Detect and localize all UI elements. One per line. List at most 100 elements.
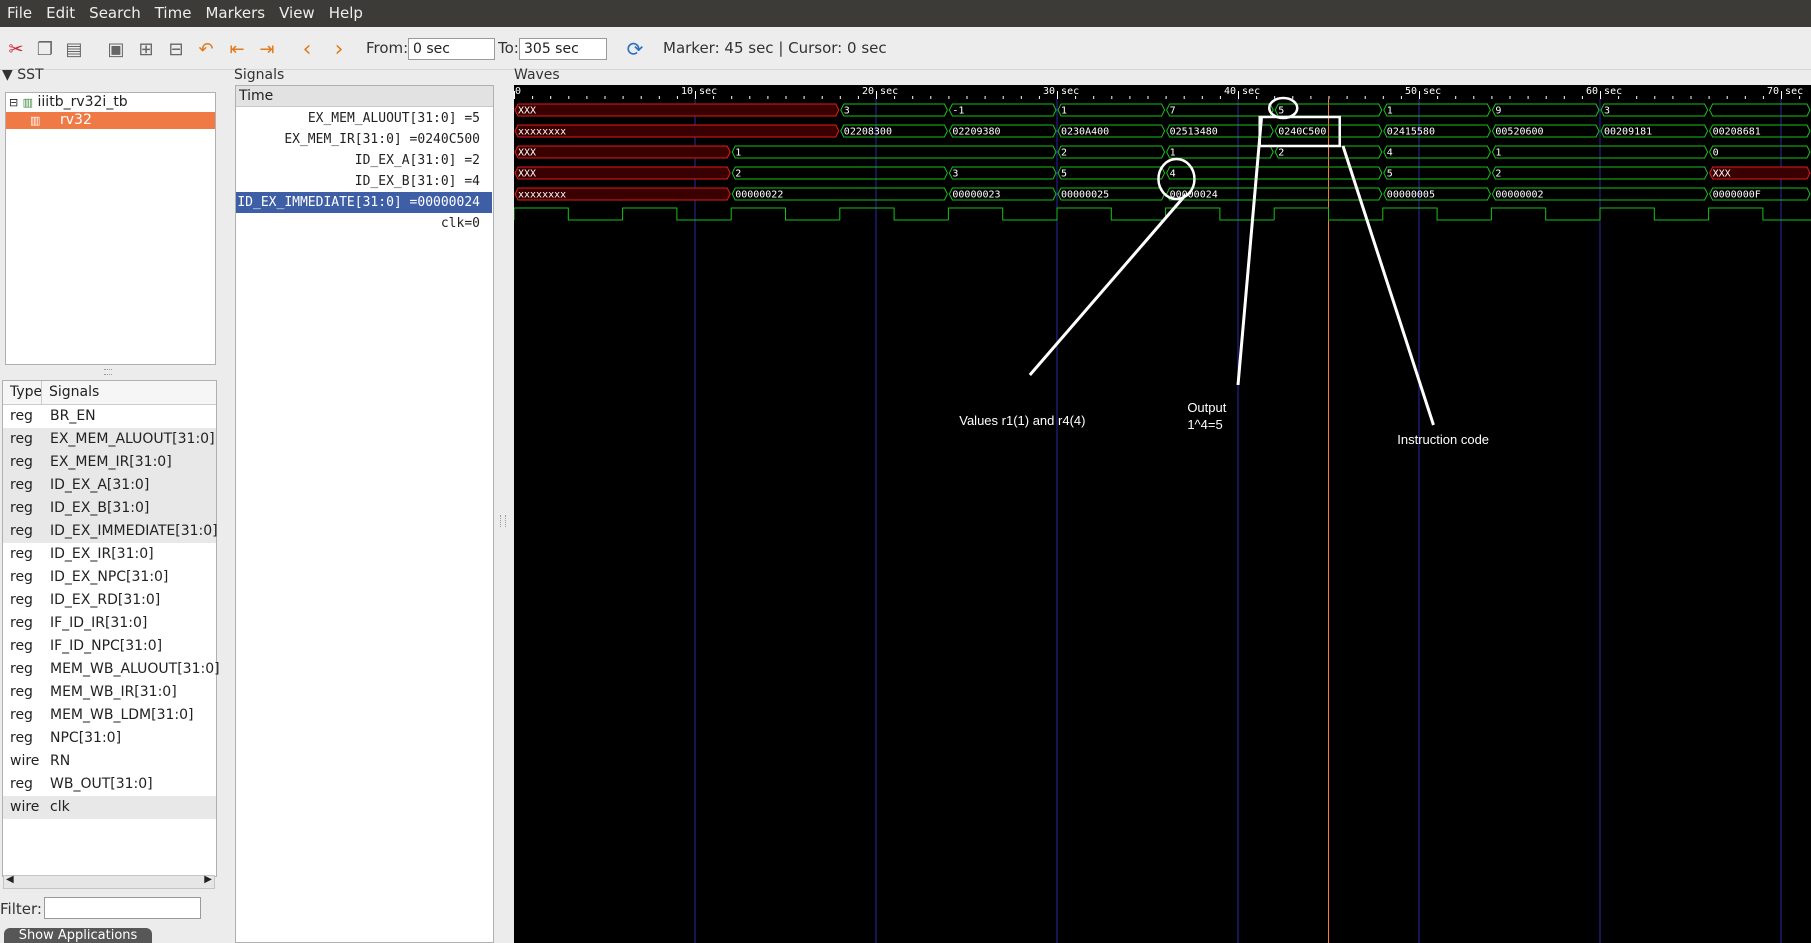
zoom-in-icon[interactable]: ⊞ bbox=[133, 36, 159, 62]
ruler-label: 10 sec bbox=[681, 86, 717, 97]
scroll-left-icon[interactable]: ◀ bbox=[6, 874, 14, 885]
signal-type: reg bbox=[10, 408, 33, 424]
tree-expander-icon[interactable]: ⊟ bbox=[9, 96, 18, 109]
menu-help[interactable]: Help bbox=[322, 0, 370, 27]
signal-list-row[interactable]: ID_EX_A[31:0] =2 bbox=[236, 150, 492, 171]
bus-value: 5 bbox=[1387, 169, 1393, 180]
bus-value: 02513480 bbox=[1170, 127, 1218, 138]
signal-name: EX_MEM_IR[31:0] bbox=[50, 454, 172, 470]
signal-name: WB_OUT[31:0] bbox=[50, 776, 153, 792]
signal-list-row[interactable]: clk=0 bbox=[236, 213, 492, 234]
bus-value: -1 bbox=[952, 106, 964, 117]
signal-type: reg bbox=[10, 546, 33, 562]
menu-view[interactable]: View bbox=[272, 0, 322, 27]
annotation-values-label: Values r1(1) and r4(4) bbox=[959, 413, 1085, 428]
menu-search[interactable]: Search bbox=[82, 0, 148, 27]
signal-type: reg bbox=[10, 454, 33, 470]
zoom-end-icon[interactable]: ⇥ bbox=[254, 36, 280, 62]
signal-type: reg bbox=[10, 431, 33, 447]
signal-name: ID_EX_NPC[31:0] bbox=[50, 569, 169, 585]
signal-row[interactable]: reg IF_ID_NPC[31:0] bbox=[3, 635, 216, 658]
signal-row[interactable]: reg NPC[31:0] bbox=[3, 727, 216, 750]
reload-icon[interactable]: ⟳ bbox=[622, 36, 648, 62]
table-header: Type Signals bbox=[3, 381, 216, 405]
bus-segment bbox=[731, 145, 1057, 159]
menu-file[interactable]: File bbox=[0, 0, 39, 27]
bus-segment bbox=[514, 103, 840, 117]
col-header-type[interactable]: Type bbox=[10, 381, 42, 404]
zoom-out-icon[interactable]: ⊟ bbox=[163, 36, 189, 62]
menu-edit[interactable]: Edit bbox=[39, 0, 82, 27]
tree-item-rv32[interactable]: ▥ rv32 bbox=[6, 112, 215, 129]
waves-canvas[interactable]: 0 10 sec 20 sec 30 sec 40 sec 50 sec 60 sec 70 … bbox=[514, 85, 1811, 943]
bus-segment bbox=[1600, 103, 1709, 117]
signal-row[interactable]: reg MEM_WB_IR[31:0] bbox=[3, 681, 216, 704]
signal-row[interactable]: reg ID_EX_IMMEDIATE[31:0] bbox=[3, 520, 218, 543]
annotation-arrow bbox=[1028, 194, 1187, 376]
cut-icon[interactable]: ✂ bbox=[3, 36, 29, 62]
signal-type: reg bbox=[10, 615, 33, 631]
signal-type: reg bbox=[10, 569, 33, 585]
from-input[interactable]: 0 sec bbox=[408, 38, 495, 60]
copy-icon[interactable]: ❐ bbox=[32, 36, 58, 62]
bus-segment bbox=[840, 103, 948, 117]
signal-name: NPC[31:0] bbox=[50, 730, 122, 746]
waves-plot[interactable]: 0 10 sec 20 sec 30 sec 40 sec 50 sec 60 sec 70 … bbox=[514, 85, 1811, 943]
signal-type: wire bbox=[10, 799, 40, 815]
signal-row[interactable]: reg ID_EX_A[31:0] bbox=[3, 474, 216, 497]
bus-value: 7 bbox=[1170, 106, 1176, 117]
scroll-right-icon[interactable]: ▶ bbox=[204, 874, 212, 885]
pane-splitter-vertical[interactable] bbox=[500, 515, 506, 527]
signal-row[interactable]: reg ID_EX_RD[31:0] bbox=[3, 589, 216, 612]
signal-row[interactable]: reg ID_EX_IR[31:0] bbox=[3, 543, 216, 566]
signal-row[interactable]: reg ID_EX_NPC[31:0] bbox=[3, 566, 216, 589]
menu-markers[interactable]: Markers bbox=[198, 0, 272, 27]
signal-row[interactable]: reg EX_MEM_ALUOUT[31:0] bbox=[3, 428, 216, 451]
signal-list-row[interactable]: EX_MEM_IR[31:0] =0240C500 bbox=[236, 129, 492, 150]
sst-hscrollbar[interactable]: ◀ ▶ bbox=[3, 874, 215, 889]
show-applications-button[interactable]: Show Applications bbox=[4, 928, 152, 943]
col-header-signals[interactable]: Signals bbox=[49, 381, 99, 404]
bus-value: 00000025 bbox=[1061, 190, 1109, 201]
bus-value: 02209380 bbox=[952, 127, 1000, 138]
tree-item-tb[interactable]: ⊟ ▥ iiitb_rv32i_tb bbox=[9, 94, 128, 111]
signal-name: IF_ID_IR[31:0] bbox=[50, 615, 148, 631]
signal-row[interactable]: reg IF_ID_IR[31:0] bbox=[3, 612, 216, 635]
tree-item-rv32-label: rv32 bbox=[60, 112, 92, 128]
signal-row[interactable]: reg EX_MEM_IR[31:0] bbox=[3, 451, 216, 474]
bus-value: 1 bbox=[1495, 148, 1501, 159]
signal-name: MEM_WB_LDM[31:0] bbox=[50, 707, 194, 723]
signal-row[interactable]: wire clk bbox=[3, 796, 216, 819]
bus-value: 5 bbox=[1278, 106, 1284, 117]
signal-row[interactable]: wire RN bbox=[3, 750, 216, 773]
to-label: To: bbox=[498, 39, 519, 57]
menu-time[interactable]: Time bbox=[148, 0, 199, 27]
filter-input[interactable] bbox=[44, 897, 201, 919]
bus-segment bbox=[1383, 103, 1491, 117]
next-edge-icon[interactable]: › bbox=[326, 36, 352, 62]
signal-row[interactable]: reg ID_EX_B[31:0] bbox=[3, 497, 216, 520]
signal-list-row[interactable]: ID_EX_B[31:0] =4 bbox=[236, 171, 492, 192]
module-icon: ▥ bbox=[22, 96, 34, 109]
paste-icon[interactable]: ▤ bbox=[61, 36, 87, 62]
bus-value: xxxxxxxx bbox=[518, 190, 566, 201]
prev-edge-icon[interactable]: ‹ bbox=[294, 36, 320, 62]
signal-row[interactable]: reg MEM_WB_LDM[31:0] bbox=[3, 704, 216, 727]
bus-value: xxxxxxxx bbox=[518, 127, 566, 138]
signal-list-row[interactable]: ID_EX_IMMEDIATE[31:0] =00000024 bbox=[236, 192, 492, 213]
bus-value: 00000005 bbox=[1387, 190, 1435, 201]
signal-row[interactable]: reg BR_EN bbox=[3, 405, 216, 428]
signal-list-row[interactable]: EX_MEM_ALUOUT[31:0] =5 bbox=[236, 108, 492, 129]
bus-value: 3 bbox=[952, 169, 958, 180]
undo-zoom-icon[interactable]: ↶ bbox=[193, 36, 219, 62]
signal-type: reg bbox=[10, 661, 33, 677]
zoom-fit-icon[interactable]: ▣ bbox=[103, 36, 129, 62]
zoom-begin-icon[interactable]: ⇤ bbox=[224, 36, 250, 62]
marker-cursor-status: Marker: 45 sec | Cursor: 0 sec bbox=[663, 39, 887, 57]
ruler-label: 40 sec bbox=[1224, 86, 1260, 97]
signal-row[interactable]: reg WB_OUT[31:0] bbox=[3, 773, 216, 796]
to-input[interactable]: 305 sec bbox=[519, 38, 607, 60]
bus-segment bbox=[948, 166, 1057, 180]
signal-row[interactable]: reg MEM_WB_ALUOUT[31:0] bbox=[3, 658, 220, 681]
pane-splitter[interactable] bbox=[104, 369, 112, 375]
